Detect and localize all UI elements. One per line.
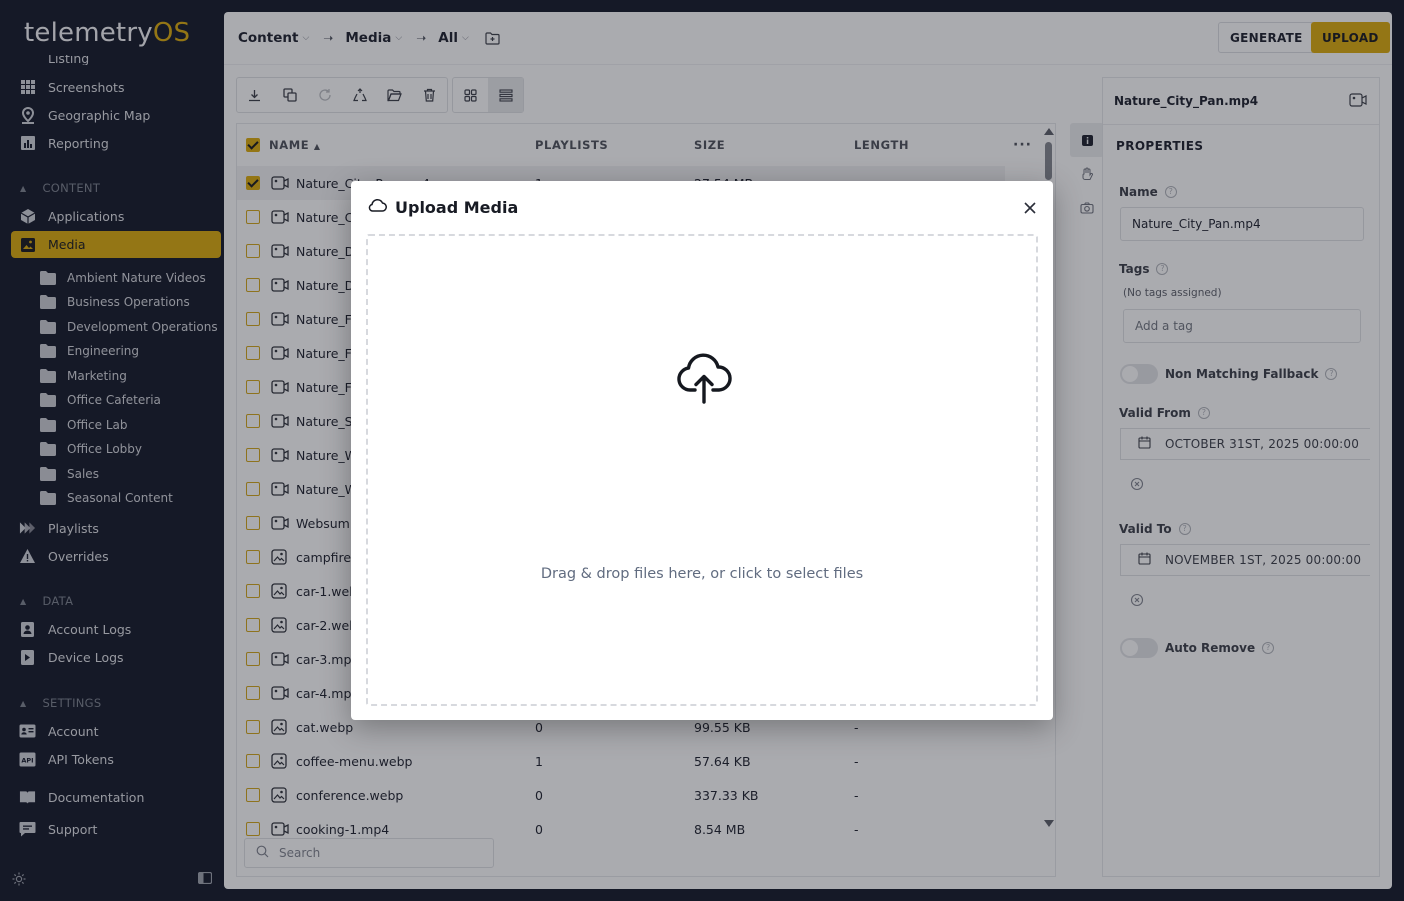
- cloud-icon: [367, 197, 387, 217]
- close-icon[interactable]: [1023, 201, 1037, 215]
- upload-media-dialog: Upload Media Drag & drop files here, or …: [351, 181, 1053, 720]
- dropzone-text: Drag & drop files here, or click to sele…: [540, 566, 864, 582]
- dialog-title: Upload Media: [367, 197, 518, 217]
- file-dropzone[interactable]: Drag & drop files here, or click to sele…: [366, 234, 1038, 706]
- cloud-upload-icon: [676, 353, 732, 405]
